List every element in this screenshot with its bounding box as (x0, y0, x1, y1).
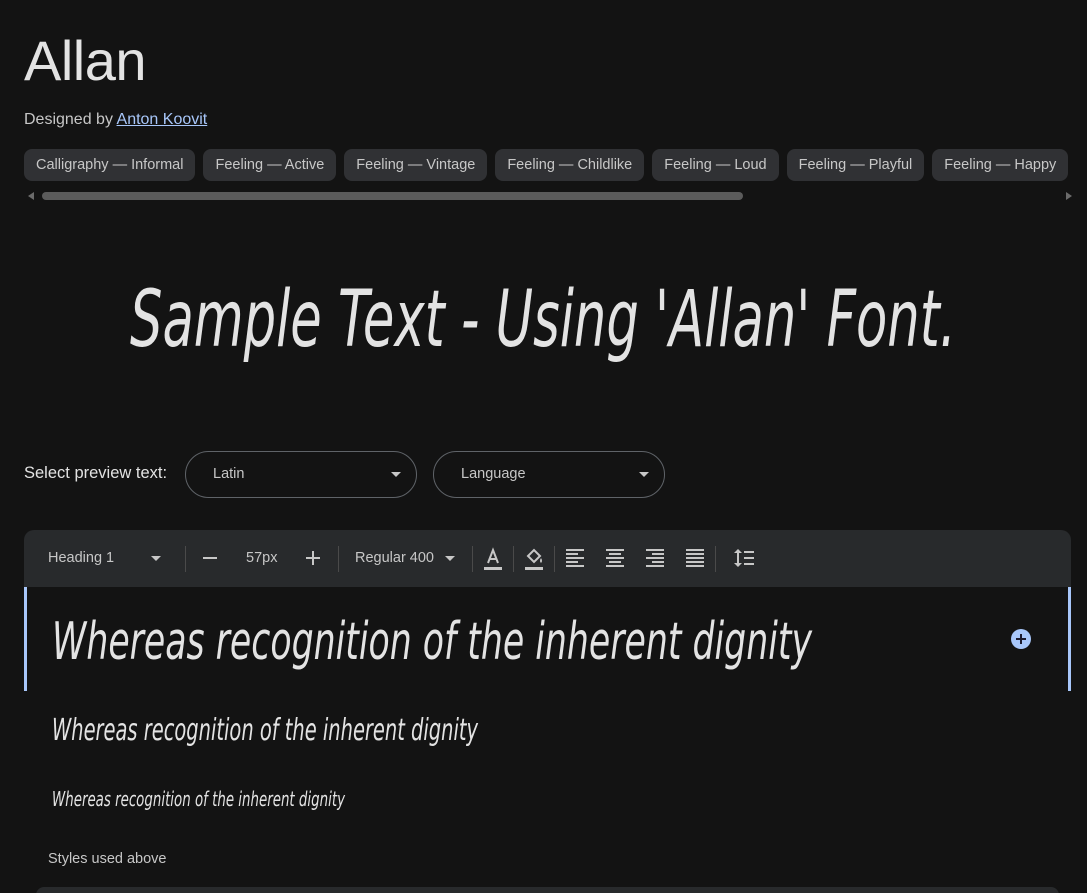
tag-chip-list: Calligraphy — Informal Feeling — Active Fe… (24, 149, 1087, 183)
language-select-value: Language (461, 466, 526, 482)
scroll-right-arrow-icon[interactable] (1066, 192, 1072, 200)
dropdown-arrow-icon (391, 472, 401, 477)
hero-sample-text: Sample Text - Using 'Allan' Font. (130, 275, 956, 365)
toolbar-divider (513, 546, 514, 572)
add-circle-icon[interactable] (1011, 629, 1031, 649)
weight-select[interactable]: Regular 400 (355, 530, 465, 587)
sample-heading-1[interactable]: Whereas recognition of the inherent dign… (48, 605, 818, 675)
style-select-value: Heading 1 (48, 550, 115, 566)
tag-chip[interactable]: Feeling — Playful (786, 149, 925, 181)
toolbar-divider (715, 546, 716, 572)
line-height-icon[interactable] (733, 547, 755, 569)
script-select[interactable]: Latin (185, 451, 417, 498)
tag-chip[interactable]: Feeling — Childlike (495, 149, 645, 181)
text-color-icon[interactable] (482, 547, 504, 571)
sample-heading-3[interactable]: Whereas recognition of the inherent dign… (48, 785, 358, 815)
sample-heading-2[interactable]: Whereas recognition of the inherent dign… (48, 708, 488, 752)
tag-chip[interactable]: Feeling — Vintage (344, 149, 488, 181)
chip-scrollbar[interactable] (24, 189, 1072, 203)
toolbar-divider (472, 546, 473, 572)
language-select[interactable]: Language (433, 451, 665, 498)
hero-sample: Sample Text - Using 'Allan' Font. (0, 262, 1087, 372)
font-title: Allan (24, 29, 147, 92)
styles-panel (36, 887, 1059, 893)
highlight-color-icon[interactable] (523, 547, 545, 571)
align-justify-icon[interactable] (685, 547, 705, 569)
plus-icon[interactable] (306, 551, 320, 565)
preview-label: Select preview text: (24, 464, 168, 482)
tag-chip[interactable]: Feeling — Active (203, 149, 337, 181)
dropdown-arrow-icon (639, 472, 649, 477)
align-left-icon[interactable] (565, 547, 585, 569)
editor-toolbar: Heading 1 57px Regular 400 (24, 530, 1071, 587)
align-right-icon[interactable] (645, 547, 665, 569)
designer-link[interactable]: Anton Koovit (117, 111, 208, 128)
style-select[interactable]: Heading 1 (48, 530, 168, 587)
sample-heading-3-text: Whereas recognition of the inherent dign… (52, 787, 346, 811)
styles-used-heading: Styles used above (48, 851, 167, 867)
script-select-value: Latin (213, 466, 245, 482)
font-size-value[interactable]: 57px (246, 530, 277, 587)
weight-select-value: Regular 400 (355, 550, 434, 566)
toolbar-divider (338, 546, 339, 572)
tag-chip[interactable]: Feeling — Loud (652, 149, 779, 181)
toolbar-divider (185, 546, 186, 572)
scrollbar-thumb[interactable] (42, 192, 743, 200)
designer-line: Designed by Anton Koovit (24, 111, 207, 129)
tag-chip[interactable]: Calligraphy — Informal (24, 149, 196, 181)
align-center-icon[interactable] (605, 547, 625, 569)
sample-heading-2-text: Whereas recognition of the inherent dign… (52, 713, 479, 748)
toolbar-divider (554, 546, 555, 572)
sample-heading-1-text: Whereas recognition of the inherent dign… (52, 612, 813, 672)
minus-icon[interactable] (203, 557, 217, 559)
tag-chip[interactable]: Feeling — Happy (932, 149, 1069, 181)
scroll-left-arrow-icon[interactable] (28, 192, 34, 200)
designed-by-label: Designed by (24, 111, 113, 128)
dropdown-arrow-icon (445, 556, 455, 561)
dropdown-arrow-icon (151, 556, 161, 561)
